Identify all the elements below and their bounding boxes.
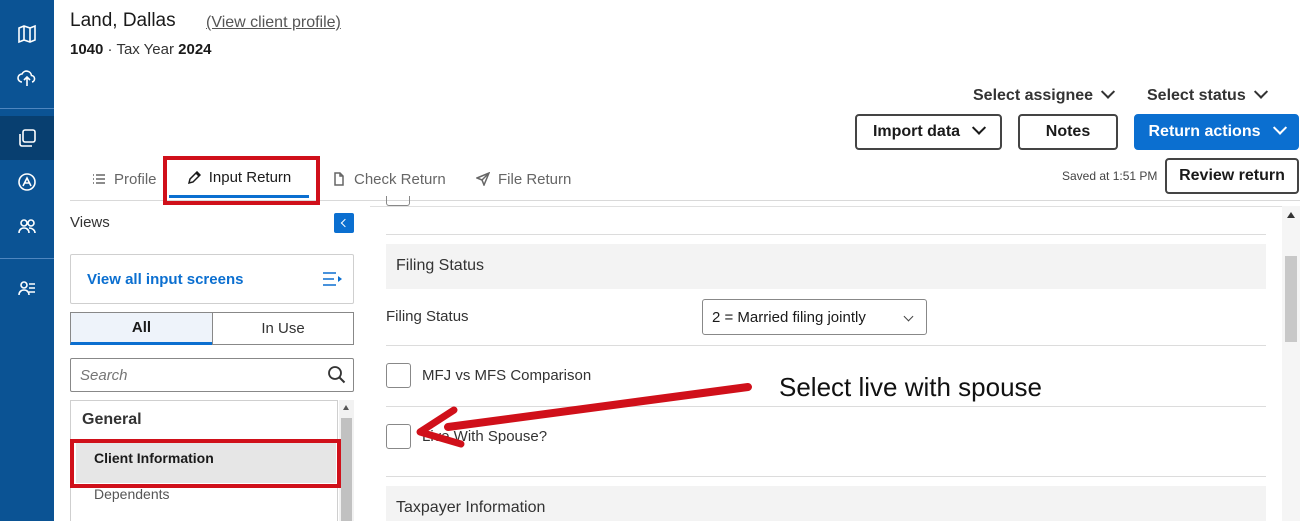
filing-status-select[interactable]: 2 = Married filing jointly [702,299,927,335]
chevron-down-icon [1101,84,1116,99]
rail-divider [0,258,54,259]
app-nav-rail [0,0,54,521]
select-status-dropdown[interactable]: Select status [1147,84,1268,105]
mfj-vs-mfs-checkbox[interactable] [386,363,411,388]
chevron-down-icon [1272,120,1287,135]
row-divider [386,476,1266,477]
view-client-profile-link[interactable]: (View client profile) [206,14,341,32]
notes-button[interactable]: Notes [1018,114,1118,150]
form-top-border [370,206,1296,207]
pencil-icon [187,170,201,184]
tab-input-return-label: Input Return [208,169,292,186]
review-return-button[interactable]: Review return [1165,158,1299,194]
row-divider [386,406,1266,407]
group-general: General [82,411,142,428]
list-item-dependents[interactable]: Dependents [94,486,170,502]
saved-timestamp: Saved at 1:51 PM [1062,169,1158,183]
list-scrollbar[interactable] [339,400,354,521]
clients-icon[interactable] [13,212,41,240]
section-filing-status: Filing Status [386,244,1266,289]
tab-file-return-label: File Return [498,170,572,188]
filing-status-label: Filing Status [386,308,469,325]
live-with-spouse-label: Live With Spouse? [422,428,548,445]
live-with-spouse-checkbox[interactable] [386,424,411,449]
list-item-client-information[interactable]: Client Information [76,443,336,483]
list-scroll-thumb[interactable] [341,418,352,521]
notes-label: Notes [1045,123,1091,140]
checkbox-partial[interactable] [386,196,410,206]
tab-check-return[interactable]: Check Return [332,160,446,198]
brand-logo-icon[interactable] [13,168,41,196]
return-subtitle: 1040 · Tax Year 2024 [70,41,212,58]
document-icon [334,172,344,186]
tab-check-return-label: Check Return [354,170,446,188]
tax-year: 2024 [178,41,212,58]
client-name: Land, Dallas [70,10,176,31]
contact-card-icon[interactable] [13,274,41,302]
search-icon[interactable] [327,365,346,384]
review-return-label: Review return [1179,167,1285,184]
cloud-upload-icon[interactable] [13,64,41,92]
form-scroll-thumb[interactable] [1285,256,1297,342]
row-divider [386,345,1266,346]
tabs-divider [70,200,1300,201]
tab-input-return[interactable]: Input Return [169,160,309,198]
chevron-down-icon [903,311,914,322]
form-number: 1040 [70,41,104,58]
toggle-all[interactable]: All [70,312,213,345]
tax-year-label: Tax Year [116,41,179,58]
chevron-down-icon [1253,84,1268,99]
subtitle-separator: · [103,41,117,58]
tab-profile[interactable]: Profile [92,160,157,198]
views-heading: Views [70,214,110,231]
tab-file-return[interactable]: File Return [476,160,571,198]
select-status-label: Select status [1147,87,1246,104]
return-actions-button[interactable]: Return actions [1134,114,1299,150]
select-assignee-dropdown[interactable]: Select assignee [973,84,1116,105]
view-all-input-screens-button[interactable]: View all input screens [70,254,354,304]
form-scrollbar[interactable] [1282,206,1300,521]
scroll-up-arrow-icon[interactable] [343,405,349,410]
scroll-up-arrow-icon[interactable] [1287,212,1295,218]
mfj-vs-mfs-label: MFJ vs MFS Comparison [422,367,592,384]
return-actions-label: Return actions [1148,123,1261,140]
send-icon [476,172,490,186]
row-divider [386,234,1266,235]
toggle-in-use[interactable]: In Use [212,312,354,345]
filing-status-value: 2 = Married filing jointly [712,308,866,326]
import-data-label: Import data [872,123,961,140]
annotation-instruction: Select live with spouse [779,372,1043,402]
search-input[interactable] [70,358,354,392]
select-assignee-label: Select assignee [973,87,1094,104]
rail-divider [0,108,54,109]
returns-icon[interactable] [13,124,41,152]
map-icon[interactable] [13,20,41,48]
list-icon [93,174,105,184]
view-all-label: View all input screens [87,270,244,288]
list-expand-icon [323,272,342,286]
import-data-button[interactable]: Import data [855,114,1002,150]
tab-profile-label: Profile [114,170,157,188]
chevron-down-icon [971,120,987,135]
collapse-panel-button[interactable] [334,213,354,233]
section-taxpayer-information: Taxpayer Information [386,486,1266,521]
